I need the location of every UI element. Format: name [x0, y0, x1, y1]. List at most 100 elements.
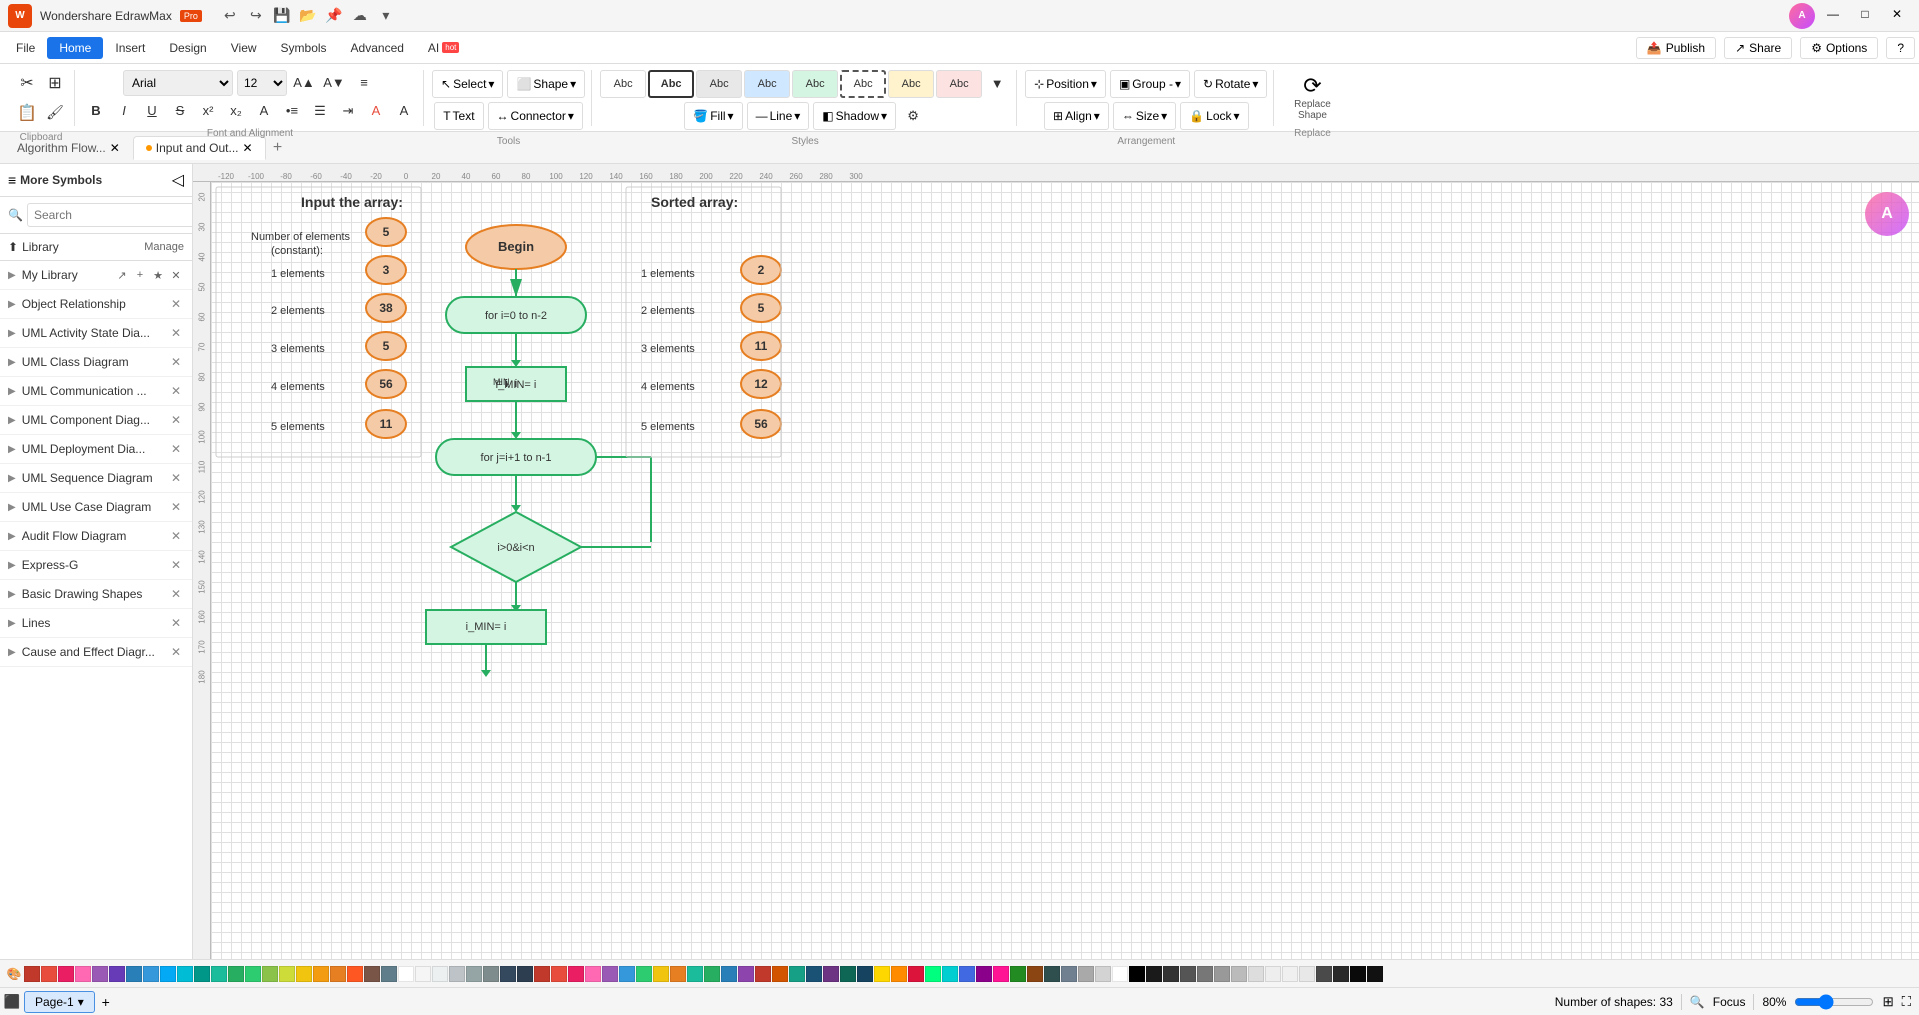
color-swatch[interactable]	[1010, 966, 1026, 982]
uml-class-close[interactable]: ✕	[168, 354, 184, 370]
style-1[interactable]: Abc	[600, 70, 646, 98]
color-swatch[interactable]	[619, 966, 635, 982]
connector-button[interactable]: ↔ Connector ▾	[488, 102, 583, 130]
menu-view[interactable]: View	[219, 37, 269, 59]
color-swatch[interactable]	[823, 966, 839, 982]
color-swatch[interactable]	[1129, 966, 1145, 982]
color-swatch[interactable]	[1180, 966, 1196, 982]
menu-home[interactable]: Home	[47, 37, 103, 59]
maximize-button[interactable]: □	[1851, 3, 1879, 25]
color-swatch[interactable]	[500, 966, 516, 982]
color-swatch[interactable]	[381, 966, 397, 982]
color-swatch[interactable]	[806, 966, 822, 982]
bold-button[interactable]: B	[83, 98, 109, 124]
color-swatch[interactable]	[1095, 966, 1111, 982]
subscript-button[interactable]: x₂	[223, 98, 249, 124]
text-tool-button[interactable]: T Text	[434, 102, 483, 130]
color-swatch[interactable]	[993, 966, 1009, 982]
superscript-button[interactable]: x²	[195, 98, 221, 124]
cause-effect-close[interactable]: ✕	[168, 644, 184, 660]
uml-sequence-close[interactable]: ✕	[168, 470, 184, 486]
font-select[interactable]: Arial	[123, 70, 233, 96]
profile-avatar[interactable]: A	[1789, 3, 1815, 29]
group-button[interactable]: ▣ Group - ▾	[1110, 70, 1190, 98]
color-swatch[interactable]	[1367, 966, 1383, 982]
sidebar-item-uml-class[interactable]: ▶ UML Class Diagram ✕	[0, 348, 192, 377]
fullscreen-button[interactable]: ⛶	[1902, 994, 1911, 1010]
color-swatch[interactable]	[432, 966, 448, 982]
color-swatch[interactable]	[279, 966, 295, 982]
color-swatch[interactable]	[1146, 966, 1162, 982]
save-button[interactable]: 💾	[270, 4, 294, 28]
color-swatch[interactable]	[75, 966, 91, 982]
color-swatch[interactable]	[483, 966, 499, 982]
increase-font-button[interactable]: A▲	[291, 70, 317, 96]
color-swatch[interactable]	[551, 966, 567, 982]
my-library-star-button[interactable]: ★	[150, 267, 166, 283]
my-library-close-button[interactable]: ✕	[168, 267, 184, 283]
color-swatch[interactable]	[857, 966, 873, 982]
color-swatch[interactable]	[1163, 966, 1179, 982]
color-swatch[interactable]	[721, 966, 737, 982]
color-swatch[interactable]	[534, 966, 550, 982]
style-3[interactable]: Abc	[696, 70, 742, 98]
cut-button[interactable]: ✂	[14, 70, 40, 96]
color-swatch[interactable]	[262, 966, 278, 982]
menu-design[interactable]: Design	[157, 37, 218, 59]
color-swatch[interactable]	[296, 966, 312, 982]
color-swatch[interactable]	[109, 966, 125, 982]
uml-deployment-close[interactable]: ✕	[168, 441, 184, 457]
more-button[interactable]: ▾	[374, 4, 398, 28]
styles-settings-button[interactable]: ⚙	[900, 103, 926, 129]
color-swatch[interactable]	[398, 966, 414, 982]
tab-algorithm-close[interactable]: ✕	[110, 141, 120, 155]
color-swatch[interactable]	[1231, 966, 1247, 982]
basic-drawing-close[interactable]: ✕	[168, 586, 184, 602]
rotate-button[interactable]: ↻ Rotate ▾	[1194, 70, 1267, 98]
lock-button[interactable]: 🔒 Lock ▾	[1180, 102, 1248, 130]
color-swatch[interactable]	[602, 966, 618, 982]
menu-insert[interactable]: Insert	[103, 37, 157, 59]
font-color-button[interactable]: A	[363, 98, 389, 124]
decrease-font-button[interactable]: A▼	[321, 70, 347, 96]
cloud-button[interactable]: ☁	[348, 4, 372, 28]
line-button[interactable]: — Line ▾	[747, 102, 810, 130]
my-library-add-button[interactable]: +	[132, 267, 148, 283]
color-swatch[interactable]	[925, 966, 941, 982]
color-swatch[interactable]	[942, 966, 958, 982]
list-button[interactable]: ☰	[307, 98, 333, 124]
color-swatch[interactable]	[976, 966, 992, 982]
color-swatch[interactable]	[364, 966, 380, 982]
object-relationship-close[interactable]: ✕	[168, 296, 184, 312]
size-button[interactable]: ⇔ Size ▾	[1113, 102, 1176, 130]
align-button[interactable]: ≡	[351, 70, 377, 96]
text-button[interactable]: A	[251, 98, 277, 124]
color-swatch[interactable]	[449, 966, 465, 982]
tab-input-output[interactable]: Input and Out... ✕	[133, 136, 266, 160]
manage-button[interactable]: Manage	[144, 241, 184, 253]
color-swatch[interactable]	[228, 966, 244, 982]
highlight-button[interactable]: A	[391, 98, 417, 124]
open-button[interactable]: 📂	[296, 4, 320, 28]
share-button[interactable]: ↗ Share	[1724, 37, 1792, 59]
color-swatch[interactable]	[585, 966, 601, 982]
sidebar-item-basic-drawing[interactable]: ▶ Basic Drawing Shapes ✕	[0, 580, 192, 609]
zoom-slider[interactable]	[1794, 994, 1874, 1010]
paste-button[interactable]: 📋	[14, 100, 40, 126]
sidebar-item-uml-sequence[interactable]: ▶ UML Sequence Diagram ✕	[0, 464, 192, 493]
help-button[interactable]: ?	[1886, 37, 1915, 59]
indent-button[interactable]: ⇥	[335, 98, 361, 124]
publish-button[interactable]: 📤 Publish	[1636, 37, 1716, 59]
redo-button[interactable]: ↪	[244, 4, 268, 28]
color-swatch[interactable]	[772, 966, 788, 982]
color-swatch[interactable]	[92, 966, 108, 982]
color-swatch[interactable]	[41, 966, 57, 982]
shadow-button[interactable]: ◧ Shadow ▾	[813, 102, 896, 130]
audit-flow-close[interactable]: ✕	[168, 528, 184, 544]
color-swatch[interactable]	[1350, 966, 1366, 982]
color-swatch[interactable]	[177, 966, 193, 982]
add-page-button[interactable]: +	[95, 991, 117, 1013]
fit-icon[interactable]: 🔍	[1690, 995, 1705, 1009]
format-paint-button[interactable]: 🖌	[42, 100, 68, 126]
color-swatch[interactable]	[755, 966, 771, 982]
